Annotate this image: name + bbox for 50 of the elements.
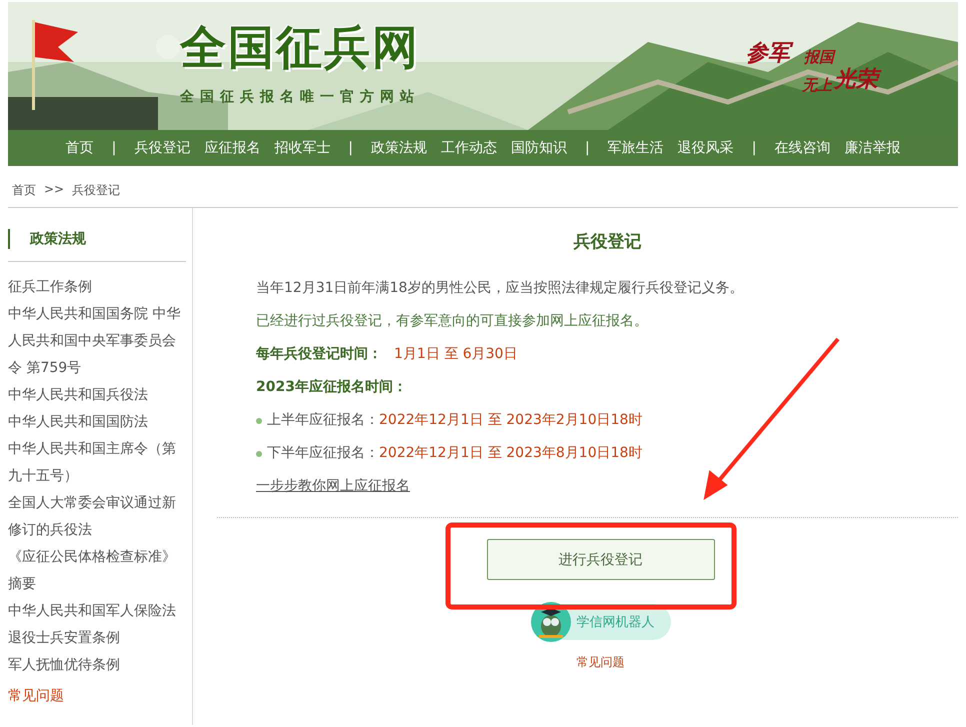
nav-link[interactable]: 廉洁举报 <box>844 139 900 157</box>
nav-separator: | <box>112 140 116 156</box>
page-title: 兵役登记 <box>572 231 642 254</box>
sidebar-link[interactable]: 军人抚恤优待条例 <box>8 652 188 679</box>
sidebar-link[interactable]: 征兵工作条例 <box>8 274 188 301</box>
sidebar-heading: 政策法规 <box>8 229 192 249</box>
period-value: 2022年12月1日 至 2023年2月10日18时 <box>379 411 642 430</box>
owl-mascot-icon <box>530 602 570 642</box>
slogan-text: 报国 <box>804 50 834 65</box>
period-label: 上半年应征报名： <box>267 411 379 430</box>
nav-link[interactable]: 退役风采 <box>678 139 734 157</box>
nav-link[interactable]: 工作动态 <box>441 139 497 157</box>
period-value: 1月1日 至 6月30日 <box>394 345 518 364</box>
nav-link[interactable]: 兵役登记 <box>134 139 190 157</box>
breadcrumb-separator: >> <box>44 182 64 198</box>
breadcrumb-link[interactable]: 首页 <box>12 182 36 207</box>
sidebar-link[interactable]: 中华人民共和国国防法 <box>8 409 188 436</box>
notice-text: 当年12月31日前年满18岁的男性公民，应当按照法律规定履行兵役登记义务。 <box>256 279 744 298</box>
section-heading: 2023年应征报名时间： <box>256 378 407 397</box>
nav-link[interactable]: 应征报名 <box>204 139 260 157</box>
slogan-text: 无上 <box>802 78 832 93</box>
sidebar-link[interactable]: 中华人民共和国主席令（第九十五号） <box>8 436 188 490</box>
bullet-icon <box>256 450 262 456</box>
site-subtitle: 全国征兵报名唯一官方网站 <box>180 88 420 106</box>
sidebar-link[interactable]: 全国人大常委会审议通过新修订的兵役法 <box>8 490 188 544</box>
sidebar-link[interactable]: 退役士兵安置条例 <box>8 625 188 652</box>
nav-link[interactable]: 国防知识 <box>511 139 567 157</box>
period-label: 每年兵役登记时间： <box>256 345 382 364</box>
nav-link[interactable]: 首页 <box>66 139 94 157</box>
nav-separator: | <box>348 140 353 156</box>
bullet-icon <box>256 418 262 424</box>
nav-link[interactable]: 政策法规 <box>371 139 427 157</box>
period-value: 2022年12月1日 至 2023年8月10日18时 <box>379 444 642 463</box>
faq-link[interactable]: 常见问题 <box>8 687 64 705</box>
nav-separator: | <box>752 140 756 156</box>
sidebar-link[interactable]: 中华人民共和国国务院 中华人民共和国中央军事委员会令 第759号 <box>8 301 188 382</box>
sidebar-link[interactable]: 中华人民共和国军人保险法 <box>8 598 188 625</box>
guide-link[interactable]: 一步步教你网上应征报名 <box>256 478 410 494</box>
sidebar-link[interactable]: 中华人民共和国兵役法 <box>8 382 188 409</box>
site-title: 全国征兵网 <box>180 24 420 70</box>
nav-separator: | <box>585 140 590 156</box>
nav-link[interactable]: 军旅生活 <box>608 139 664 157</box>
faq-link[interactable]: 常见问题 <box>576 654 624 671</box>
nav-link[interactable]: 招收军士 <box>274 139 330 157</box>
sidebar-link[interactable]: 《应征公民体格检查标准》摘要 <box>8 544 188 598</box>
period-label: 下半年应征报名： <box>267 444 379 463</box>
nav-link[interactable]: 在线咨询 <box>774 139 830 157</box>
breadcrumb-current: 兵役登记 <box>72 182 120 199</box>
register-button[interactable]: 进行兵役登记 <box>486 539 714 580</box>
notice-text: 已经进行过兵役登记，有参军意向的可直接参加网上应征报名。 <box>256 312 649 331</box>
